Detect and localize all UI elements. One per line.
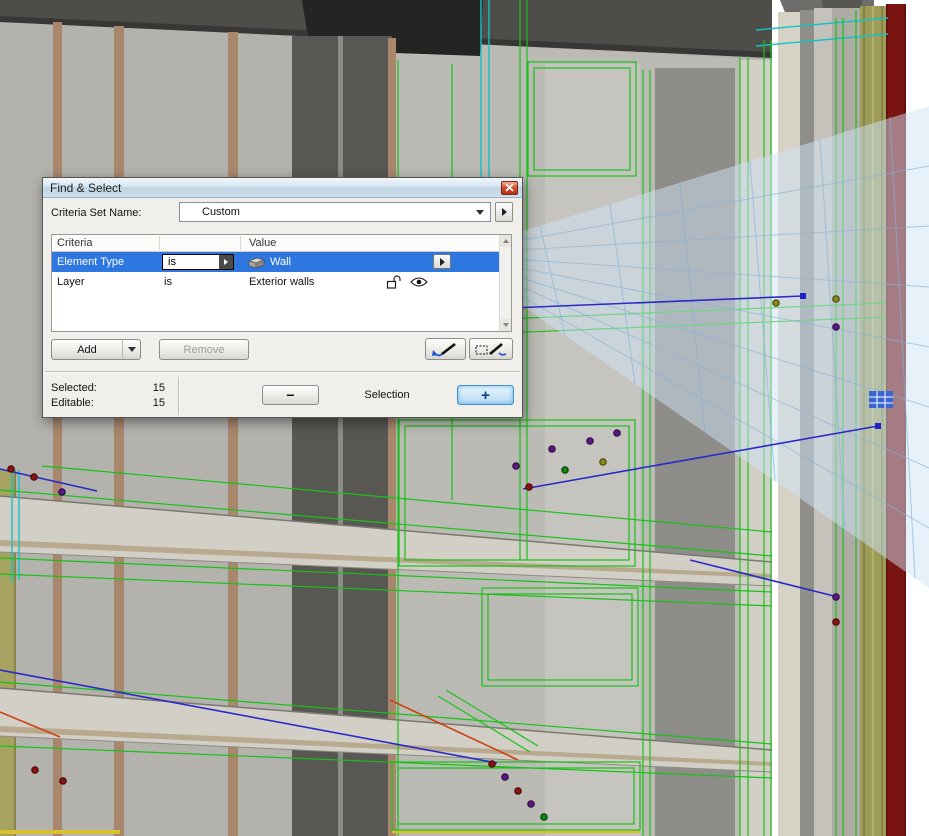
marquee-eyedropper-icon <box>475 342 507 356</box>
scroll-down-button[interactable] <box>500 319 511 331</box>
editable-count-value: 15 <box>152 397 165 409</box>
value-cell: Wall <box>270 256 291 268</box>
column-divider <box>240 236 241 250</box>
find-select-dialog: Find & Select Criteria Set Name: Custom … <box>42 177 523 418</box>
selection-label: Selection <box>364 389 410 401</box>
pick-up-settings-button[interactable] <box>425 338 466 360</box>
value-menu-button[interactable] <box>433 254 451 269</box>
chevron-down-icon <box>476 209 484 215</box>
operator-value: is <box>168 256 176 268</box>
wall-icon <box>247 256 266 272</box>
grid-marker-icon <box>869 391 893 408</box>
table-row[interactable]: Layer is Exterior walls <box>52 272 499 292</box>
vertical-separator <box>178 377 180 415</box>
plus-glyph: + <box>481 386 490 404</box>
minus-glyph: − <box>286 387 295 403</box>
column-header-value: Value <box>249 237 277 249</box>
scroll-up-button[interactable] <box>500 235 511 247</box>
arrow-down-icon <box>502 323 509 327</box>
horizontal-separator <box>45 371 520 373</box>
remove-button[interactable]: Remove <box>159 339 249 360</box>
operator-combobox[interactable]: is <box>162 254 234 270</box>
criteria-set-value: Custom <box>202 206 240 218</box>
eye-icon <box>410 276 428 291</box>
unlock-icon <box>386 275 401 292</box>
selected-count-value: 15 <box>152 382 165 394</box>
arrow-right-icon <box>439 257 445 266</box>
table-header: Criteria Value <box>52 235 499 252</box>
arrow-right-icon <box>224 259 228 265</box>
close-icon <box>505 183 514 192</box>
chevron-down-icon <box>127 347 136 352</box>
marquee-pick-up-button[interactable] <box>469 338 513 360</box>
dialog-titlebar[interactable]: Find & Select <box>43 178 522 198</box>
criteria-set-label: Criteria Set Name: <box>51 207 142 219</box>
remove-button-label: Remove <box>183 343 225 356</box>
column-header-criteria: Criteria <box>57 237 93 249</box>
criteria-cell: Element Type <box>57 256 125 268</box>
eyedropper-icon <box>431 342 456 357</box>
dialog-title: Find & Select <box>50 180 122 195</box>
select-button[interactable]: + <box>457 385 514 405</box>
table-scrollbar[interactable] <box>499 235 511 331</box>
submenu-arrow-icon <box>501 208 507 216</box>
table-row[interactable]: Element Type is Wall <box>52 252 499 272</box>
deselect-button[interactable]: − <box>262 385 319 405</box>
value-cell: Exterior walls <box>249 276 315 288</box>
add-button-label: Add <box>77 343 97 356</box>
close-button[interactable] <box>501 180 518 195</box>
arrow-up-icon <box>502 239 509 243</box>
operator-cell: is <box>164 276 172 288</box>
editable-count-label: Editable: <box>51 397 94 409</box>
selected-count-label: Selected: <box>51 382 97 394</box>
add-button[interactable]: Add <box>51 339 123 360</box>
criteria-cell: Layer <box>57 276 85 288</box>
application-window: Find & Select Criteria Set Name: Custom … <box>0 0 929 836</box>
operator-arrow[interactable] <box>219 255 233 269</box>
column-divider <box>159 236 160 250</box>
criteria-set-menu-button[interactable] <box>495 202 513 222</box>
criteria-table: Criteria Value Element Type is Wall Laye… <box>51 234 512 332</box>
add-dropdown-button[interactable] <box>122 339 141 360</box>
criteria-set-combobox[interactable]: Custom <box>179 202 491 222</box>
3d-viewport[interactable] <box>0 0 929 836</box>
